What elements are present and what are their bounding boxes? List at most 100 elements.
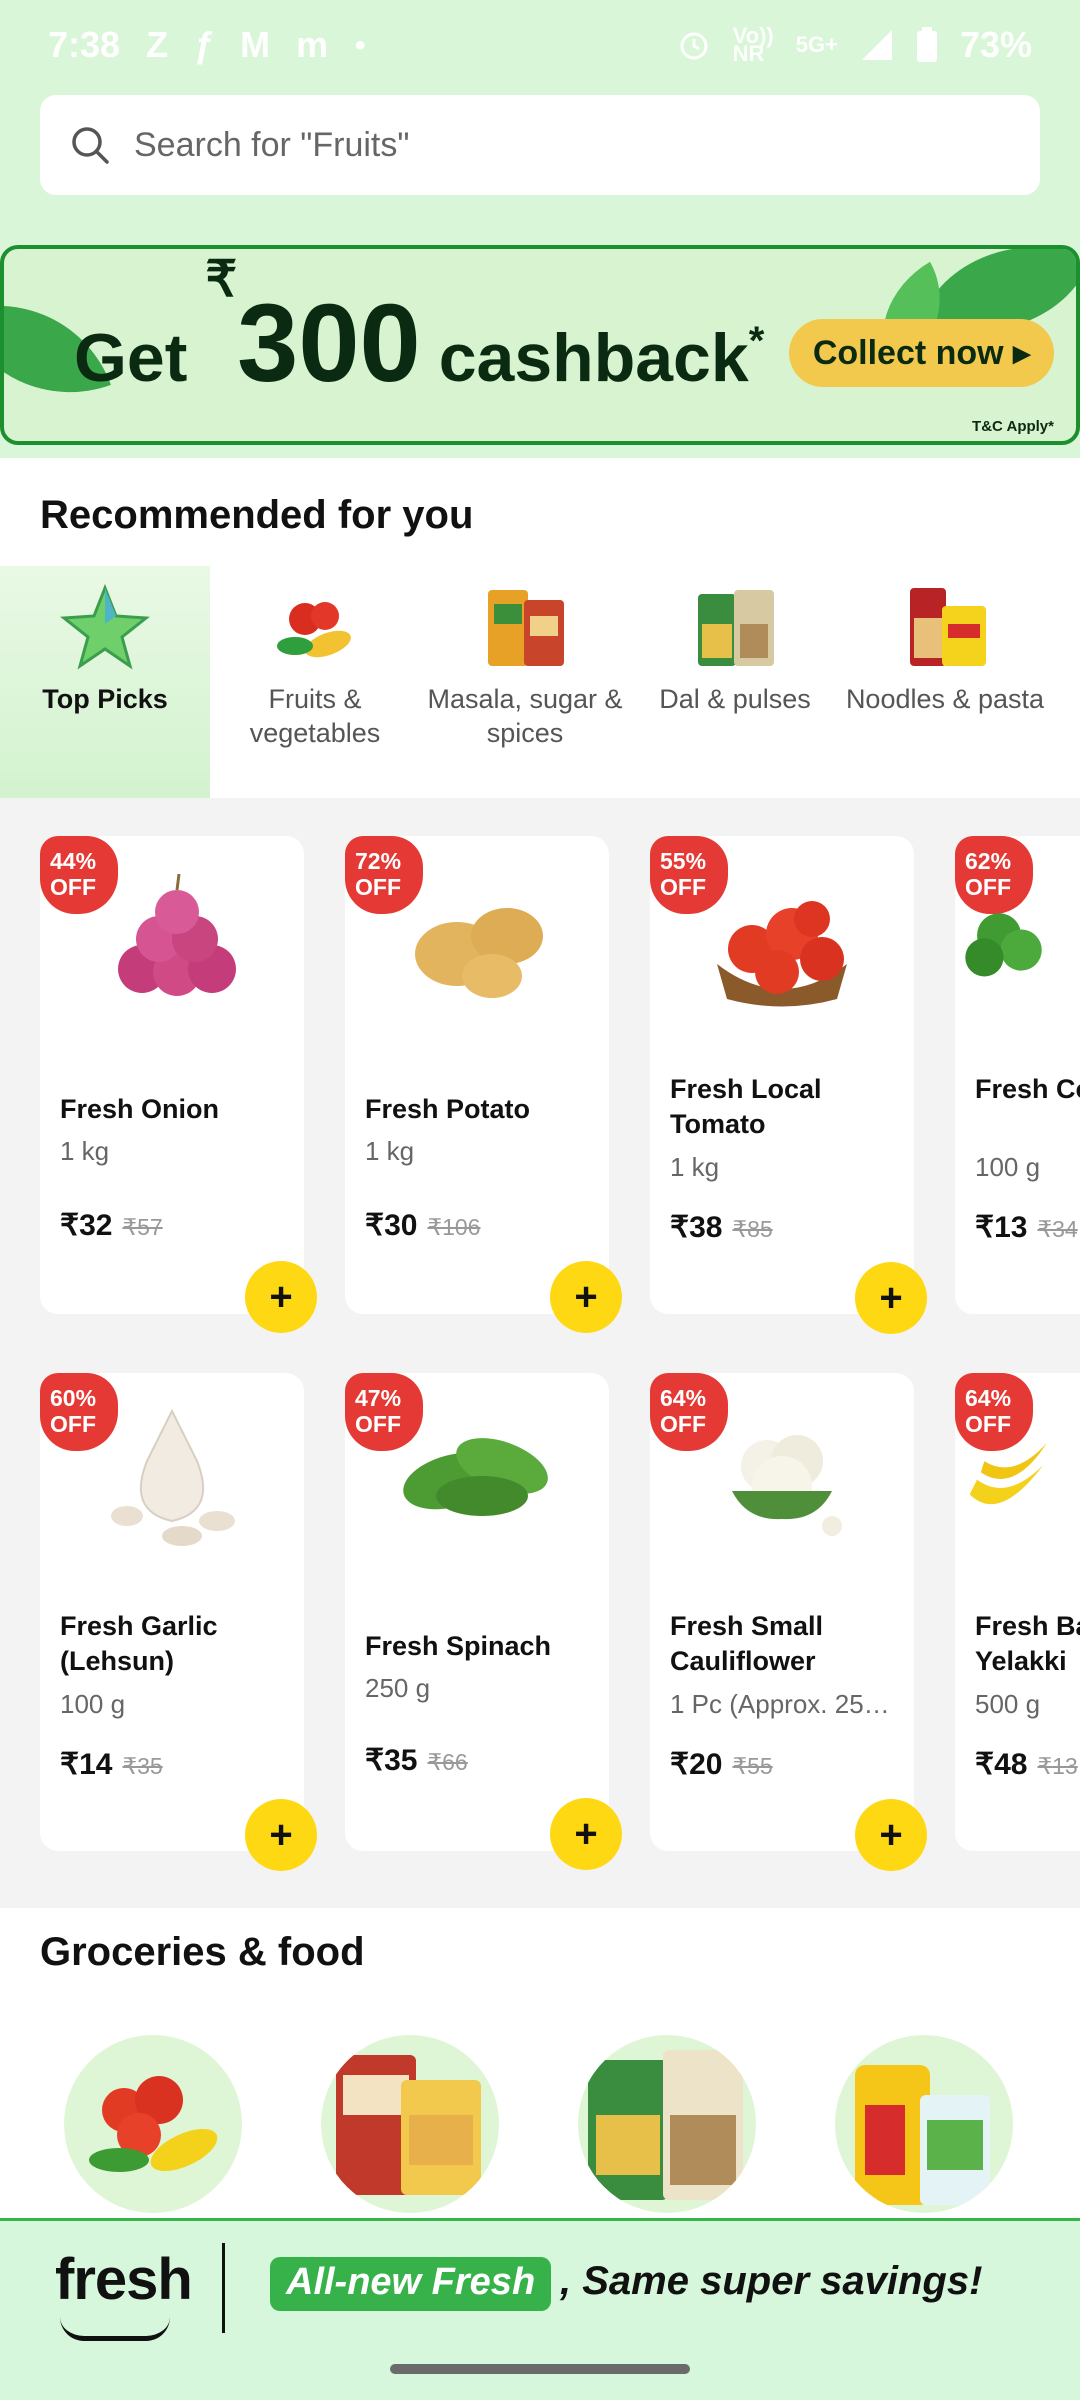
product-card[interactable]: 64%OFF Fresh Banana Yelakki 500 g ₹48₹13	[955, 1373, 1080, 1851]
product-card[interactable]: 47% OFF Fresh Spinach 250 g ₹35 ₹66 +	[345, 1373, 622, 1870]
product-mrp: ₹13	[1037, 1753, 1078, 1779]
add-to-cart-button[interactable]: +	[245, 1261, 317, 1333]
product-price: ₹13 ₹34	[975, 1211, 1078, 1244]
recommended-section: Recommended for you Top Picks Fruits & v…	[0, 458, 1080, 798]
product-quantity: 1 kg	[670, 1152, 720, 1182]
battery-icon	[916, 27, 937, 62]
all-new-fresh-pill: All-new Fresh	[270, 2257, 552, 2311]
tomato-image	[717, 901, 847, 1007]
grocery-category-fruits[interactable]	[64, 2035, 242, 2213]
dal-pack-icon	[588, 2050, 743, 2200]
product-price: ₹35 ₹66	[365, 1744, 468, 1777]
battery-percent: 73%	[959, 24, 1032, 65]
product-name: Fresh Local Tomato	[670, 1074, 822, 1139]
fruits-basket-icon	[89, 2076, 218, 2172]
product-price: ₹14 ₹35	[60, 1748, 163, 1781]
product-price: ₹48 ₹13	[975, 1748, 1078, 1781]
product-quantity: 500 g	[975, 1689, 1041, 1719]
grocery-category-oil[interactable]	[835, 2035, 1013, 2213]
tab-top-picks[interactable]: Top Picks	[0, 566, 210, 798]
product-price: ₹30 ₹106	[365, 1209, 481, 1242]
product-mrp: ₹57	[122, 1214, 163, 1240]
product-name: Fresh Potato	[365, 1094, 531, 1124]
product-price: ₹20 ₹55	[670, 1748, 773, 1781]
grocery-category-dal[interactable]	[578, 2035, 756, 2213]
product-card[interactable]: 44% OFF Fresh Onion 1 kg ₹32 ₹57 +	[40, 836, 317, 1333]
volte-indicator: Vo)) NR	[732, 23, 774, 66]
add-to-cart-button[interactable]: +	[855, 1262, 927, 1334]
product-quantity: 100 g	[60, 1689, 126, 1719]
product-name: Fresh Spinach	[365, 1631, 552, 1661]
fresh-tagline: , Same super savings!	[560, 2259, 983, 2303]
garlic-image	[111, 1408, 235, 1546]
product-mrp: ₹34	[1037, 1216, 1078, 1242]
groceries-section: Groceries & food	[0, 1908, 1080, 2220]
cashback-banner[interactable]: Get ₹300 cashback* Collect now ▸ T&C App…	[0, 245, 1080, 445]
product-card[interactable]: 64% OFF Fresh Small Cauliflower 1 Pc (App…	[650, 1373, 927, 1871]
product-card[interactable]: 72% OFF Fresh Potato 1 kg ₹30 ₹106 +	[345, 836, 622, 1333]
tab-masala-sugar-spices[interactable]: Masala, sugar & spices	[420, 566, 630, 798]
search-icon	[72, 127, 109, 164]
notification-m-icon: m	[296, 24, 329, 65]
product-name: Fresh Coriander	[975, 1074, 1080, 1104]
search-bar[interactable]: Search for "Fruits"	[40, 95, 1040, 195]
terms-apply-text: T&C Apply*	[972, 418, 1054, 435]
category-tabs: Top Picks Fruits & vegetables Masala, su…	[0, 566, 1080, 798]
onion-image	[118, 873, 236, 996]
potato-image	[415, 908, 543, 998]
product-grid: 44% OFF Fresh Onion 1 kg ₹32 ₹57 + 72% OFF …	[0, 798, 1080, 1908]
coriander-image	[965, 913, 1042, 977]
grocery-category-rice-atta[interactable]	[321, 2035, 499, 2213]
cauliflower-image	[732, 1435, 842, 1536]
product-card[interactable]: 62%OFF Fresh Coriander 100 g ₹13₹34	[955, 836, 1080, 1314]
fresh-logo: fresh	[55, 2247, 193, 2312]
masala-icon	[488, 590, 564, 666]
product-mrp: ₹35	[122, 1753, 163, 1779]
product-quantity: 1 Pc (Approx. 25…	[670, 1689, 890, 1719]
tab-noodles-pasta[interactable]: Noodles & pasta	[840, 566, 1050, 798]
tab-fruits-vegetables[interactable]: Fruits & vegetables	[210, 566, 420, 798]
notification-gmail-icon: M	[240, 24, 271, 65]
product-quantity: 1 kg	[60, 1136, 110, 1166]
oil-ghee-icon	[855, 2065, 990, 2205]
add-to-cart-button[interactable]: +	[550, 1261, 622, 1333]
product-card[interactable]: 60% OFF Fresh Garlic (Lehsun) 100 g ₹14 ₹3…	[40, 1373, 317, 1871]
section-title: Recommended for you	[40, 493, 474, 537]
notification-dot-icon: ●	[354, 33, 367, 56]
spinach-image	[403, 1438, 548, 1516]
product-name: Fresh Onion	[60, 1094, 220, 1124]
product-price: ₹32 ₹57	[60, 1209, 163, 1242]
product-name: Fresh Banana Yelakki	[975, 1611, 1080, 1676]
tab-dal-pulses[interactable]: Dal & pulses	[630, 566, 840, 798]
smile-arrow-icon	[60, 2317, 170, 2341]
product-quantity: 250 g	[365, 1673, 431, 1703]
product-mrp: ₹66	[427, 1749, 468, 1775]
product-quantity: 1 kg	[365, 1136, 415, 1166]
product-mrp: ₹85	[732, 1216, 773, 1242]
product-name: Fresh Garlic (Lehsun)	[60, 1611, 218, 1676]
add-to-cart-button[interactable]: +	[245, 1799, 317, 1871]
add-to-cart-button[interactable]: +	[855, 1799, 927, 1871]
notification-z-icon: Z	[146, 24, 169, 65]
alarm-icon	[680, 32, 708, 60]
status-bar: 7:38 Z ƒ M m ● Vo)) NR 5G+ 73%	[0, 0, 1080, 90]
signal-icon	[861, 30, 892, 60]
star-icon	[60, 584, 150, 670]
product-quantity: 100 g	[975, 1152, 1041, 1182]
top-header: 7:38 Z ƒ M m ● Vo)) NR 5G+ 73% Search for…	[0, 0, 1080, 458]
banner-headline: Get ₹300 cashback*	[74, 251, 765, 405]
home-indicator[interactable]	[390, 2364, 690, 2374]
product-mrp: ₹55	[732, 1753, 773, 1779]
divider	[222, 2243, 225, 2333]
status-time: 7:38	[48, 24, 121, 65]
product-card[interactable]: 55% OFF Fresh Local Tomato 1 kg ₹38 ₹85 +	[650, 836, 927, 1334]
product-price: ₹38 ₹85	[670, 1211, 773, 1244]
add-to-cart-button[interactable]: +	[550, 1798, 622, 1870]
network-type: 5G+	[795, 32, 838, 57]
rice-atta-icon	[336, 2055, 481, 2195]
collect-now-button[interactable]: Collect now ▸	[789, 319, 1054, 387]
search-placeholder: Search for "Fruits"	[134, 125, 410, 164]
dal-icon	[698, 590, 774, 666]
product-mrp: ₹106	[427, 1214, 481, 1240]
banana-image	[969, 1442, 1047, 1505]
